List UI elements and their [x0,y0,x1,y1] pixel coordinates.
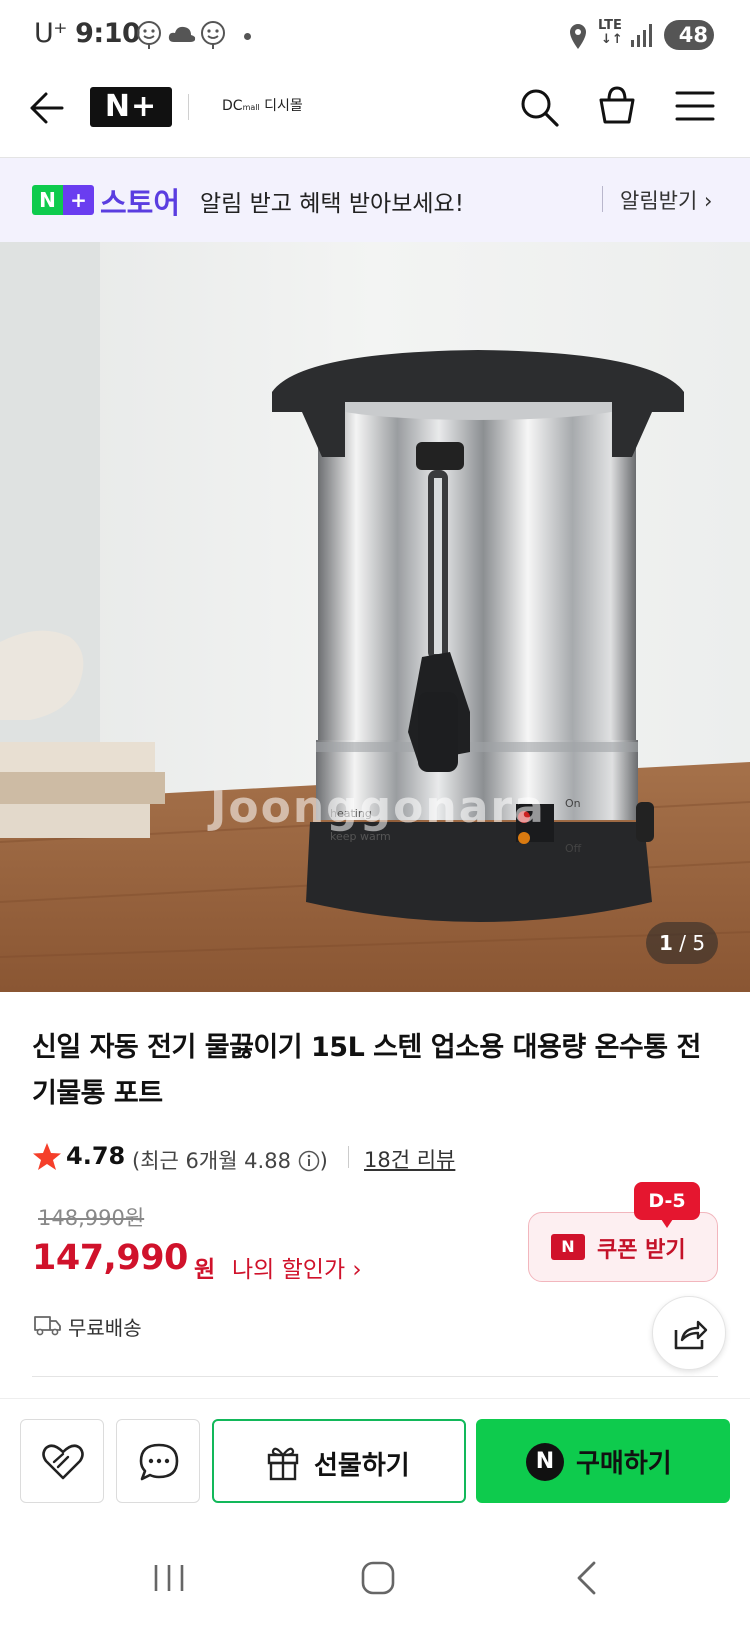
menu-icon[interactable] [674,88,716,124]
carrier-label: U⁺ [34,18,68,49]
banner-divider [602,186,603,212]
recent-rating-prefix: (최근 6개월 4.88 [132,1149,291,1173]
store-mall-text: mall [242,103,260,112]
page-current: 1 [658,931,673,955]
logo-divider [188,94,189,120]
product-photo: heating keep warm On Off [0,242,750,992]
talk-inquiry-button[interactable] [116,1419,200,1503]
data-arrows: ↓↑ [601,32,623,47]
bottom-action-bar: 선물하기 N 구매하기 [0,1398,750,1510]
recent-apps-icon[interactable] [152,1562,186,1594]
rating-score: 4.78 [66,1142,126,1170]
system-back-icon[interactable] [574,1560,600,1596]
gift-label: 선물하기 [314,1451,410,1481]
store-label: 스토어 [100,186,181,220]
home-icon[interactable] [360,1560,396,1596]
watermark: Joonggonara [210,782,546,833]
product-title: 신일 자동 전기 물끓이기 15L 스텐 업소용 대용량 온수통 전기물통 포트 [32,1032,701,1109]
battery-level: 48 [678,23,708,47]
star-icon [33,1143,61,1170]
currency-label: 원 [194,1257,216,1283]
store-alert-banner[interactable]: N + 스토어 알림 받고 혜택 받아보세요! 알림받기 › [0,158,750,242]
info-icon[interactable] [298,1150,320,1172]
top-navigation: N+ DCmall 디시몰 [0,72,750,158]
cloud-icon [168,26,196,42]
store-name: 디시몰 [264,98,303,114]
coupon-button[interactable]: N 쿠폰 받기 [528,1212,718,1282]
delivery-truck-icon [34,1316,61,1336]
badge-n: N [32,185,63,215]
naver-plus-logo[interactable]: N+ [90,87,172,127]
notification-face-icon [137,21,161,49]
page-total: 5 [692,931,706,955]
badge-plus: + [63,185,94,215]
buy-label: 구매하기 [576,1449,672,1479]
battery-indicator: 48 [664,20,714,50]
banner-message: 알림 받고 혜택 받아보세요! [200,191,464,217]
naver-plus-store-badge: N + [32,185,94,215]
status-bar: U⁺ 9:10 LTE ↓↑ 48 [0,0,750,72]
status-time-row: U⁺ 9:10 [34,18,141,49]
review-count-link[interactable]: 18건 리뷰 [364,1144,455,1174]
shopping-bag-icon[interactable] [596,84,638,126]
network-type: LTE ↓↑ [598,19,623,47]
gift-icon [267,1447,299,1481]
network-label: LTE [598,18,622,33]
wishlist-button[interactable] [20,1419,104,1503]
subscribe-alert-link[interactable]: 알림받기 › [620,185,712,215]
share-button[interactable] [652,1296,726,1370]
svg-text:On: On [565,797,581,810]
chat-bubble-icon [139,1443,179,1481]
product-image-gallery[interactable]: heating keep warm On Off Joonggonara [0,242,750,992]
heart-icon [42,1444,84,1480]
location-icon [570,24,586,49]
my-discount-link[interactable]: 나의 할인가 › [232,1250,362,1284]
recent-rating: (최근 6개월 4.88 ) [132,1145,328,1175]
naver-pay-icon: N [526,1443,564,1481]
coupon-label: 쿠폰 받기 [597,1238,686,1263]
buy-button[interactable]: N 구매하기 [476,1419,730,1503]
section-divider [32,1376,718,1377]
dday-badge: D-5 [634,1182,700,1228]
image-page-indicator: 1 / 5 [646,922,718,964]
share-icon [674,1320,708,1350]
system-navigation-bar [0,1530,750,1625]
back-arrow-icon[interactable] [28,90,64,126]
sale-price: 147,990 [32,1238,188,1278]
search-icon[interactable] [518,86,560,128]
original-price: 148,990원 [38,1206,145,1230]
recent-rating-suffix: ) [319,1149,328,1173]
rating-divider [348,1146,349,1168]
page-separator: / [672,931,693,955]
notification-face-icon-2 [201,21,225,49]
coupon-n-icon: N [551,1234,585,1260]
shipping-label: 무료배송 [68,1316,142,1340]
clock: 9:10 [75,18,141,49]
signal-icon [631,24,652,47]
gift-button[interactable]: 선물하기 [212,1419,466,1503]
store-logo[interactable]: DCmall 디시몰 [222,95,303,115]
more-notifications-dot [244,33,251,40]
store-prefix: DC [222,98,243,114]
svg-text:Off: Off [565,842,582,855]
